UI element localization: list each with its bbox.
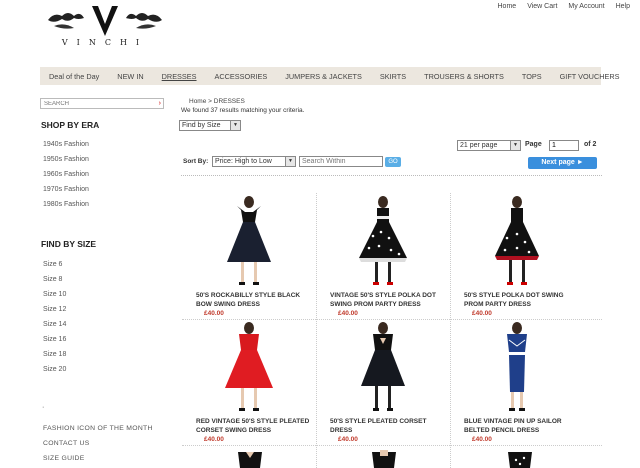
product-image-partial[interactable]	[232, 448, 268, 468]
nav-skirts[interactable]: SKIRTS	[371, 72, 415, 81]
sidebar-search: ›	[40, 98, 164, 109]
nav-dresses[interactable]: DRESSES	[153, 72, 206, 81]
size-link-8[interactable]: Size 8	[43, 272, 66, 287]
top-link-home[interactable]: Home	[498, 3, 517, 10]
grid-hsep	[182, 319, 602, 320]
nav-tops[interactable]: TOPS	[513, 72, 551, 81]
nav-jumpers-jackets[interactable]: JUMPERS & JACKETS	[276, 72, 371, 81]
era-link-1960s[interactable]: 1960s Fashion	[43, 167, 89, 182]
bullet-dot: ·	[42, 404, 45, 411]
top-links: Home View Cart My Account Help	[498, 3, 631, 10]
chevron-down-icon: ▼	[510, 141, 520, 150]
product-card[interactable]: 50's STYLE PLEATED CORSET DRESS £40.00	[316, 322, 450, 443]
size-list: Size 6 Size 8 Size 10 Size 12 Size 14 Si…	[43, 257, 66, 377]
product-name[interactable]: RED VINTAGE 50's STYLE PLEATED CORSET SW…	[182, 418, 316, 435]
product-name[interactable]: BLUE VINTAGE PIN UP SAILOR BELTED PENCIL…	[450, 418, 584, 435]
product-card[interactable]: BLUE VINTAGE PIN UP SAILOR BELTED PENCIL…	[450, 322, 584, 443]
footer-link-fashion-icon[interactable]: FASHION ICON OF THE MONTH	[43, 421, 153, 436]
product-name[interactable]: 50's STYLE PLEATED CORSET DRESS	[316, 418, 450, 435]
page-label: Page	[525, 141, 542, 148]
sort-select[interactable]: Price: High to Low ▼	[212, 156, 296, 167]
size-link-18[interactable]: Size 18	[43, 347, 66, 362]
product-card[interactable]: RED VINTAGE 50's STYLE PLEATED CORSET SW…	[182, 322, 316, 443]
product-price: £40.00	[338, 310, 358, 317]
results-count: We found 37 results matching your criter…	[181, 107, 305, 114]
product-name[interactable]: 50's STYLE POLKA DOT SWING PROM PARTY DR…	[450, 292, 584, 309]
footer-links: FASHION ICON OF THE MONTH CONTACT US SIZ…	[43, 421, 153, 466]
nav-accessories[interactable]: ACCESSORIES	[206, 72, 277, 81]
per-page-select[interactable]: 21 per page ▼	[457, 140, 521, 151]
search-within-input[interactable]	[299, 156, 383, 167]
main-nav: Deal of the Day NEW IN DRESSES ACCESSORI…	[40, 67, 620, 85]
product-price: £40.00	[338, 436, 358, 443]
logo-text: VINCHI	[61, 38, 149, 47]
footer-link-size-guide[interactable]: SIZE GUIDE	[43, 451, 153, 466]
size-link-6[interactable]: Size 6	[43, 257, 66, 272]
page-total: of 2	[584, 141, 597, 148]
product-card[interactable]: 50's STYLE POLKA DOT SWING PROM PARTY DR…	[450, 196, 584, 317]
product-image-partial[interactable]	[502, 448, 538, 468]
sort-label: Sort By:	[183, 158, 209, 165]
product-card[interactable]: 50's ROCKABILLY STYLE BLACK BOW SWING DR…	[182, 196, 316, 317]
size-link-20[interactable]: Size 20	[43, 362, 66, 377]
product-price: £40.00	[472, 310, 492, 317]
product-image[interactable]	[316, 196, 450, 288]
footer-link-contact-us[interactable]: CONTACT US	[43, 436, 153, 451]
shop-by-era-heading: SHOP BY ERA	[41, 120, 100, 130]
breadcrumb: Home > DRESSES	[189, 98, 245, 105]
era-link-1980s[interactable]: 1980s Fashion	[43, 197, 89, 212]
go-button[interactable]: GO	[385, 157, 401, 167]
era-link-1970s[interactable]: 1970s Fashion	[43, 182, 89, 197]
chevron-down-icon: ▼	[285, 157, 295, 166]
size-link-16[interactable]: Size 16	[43, 332, 66, 347]
size-link-14[interactable]: Size 14	[43, 317, 66, 332]
era-link-1940s[interactable]: 1940s Fashion	[43, 137, 89, 152]
search-input[interactable]	[41, 99, 155, 108]
product-name[interactable]: 50's ROCKABILLY STYLE BLACK BOW SWING DR…	[182, 292, 316, 309]
product-image[interactable]	[182, 322, 316, 414]
next-page-button[interactable]: Next page ►	[528, 157, 597, 169]
grid-hsep	[182, 445, 602, 446]
product-price: £40.00	[472, 436, 492, 443]
top-link-my-account[interactable]: My Account	[568, 3, 604, 10]
product-image[interactable]	[316, 322, 450, 414]
chevron-down-icon: ▼	[230, 121, 240, 130]
top-link-view-cart[interactable]: View Cart	[527, 3, 557, 10]
product-image[interactable]	[450, 196, 584, 288]
nav-trousers-shorts[interactable]: TROUSERS & SHORTS	[415, 72, 513, 81]
top-link-help[interactable]: Help	[616, 3, 630, 10]
product-price: £40.00	[204, 310, 224, 317]
find-by-size-heading: FIND BY SIZE	[41, 239, 97, 249]
era-link-1950s[interactable]: 1950s Fashion	[43, 152, 89, 167]
nav-gift-vouchers[interactable]: GIFT VOUCHERS	[551, 72, 629, 81]
divider	[181, 175, 602, 176]
chevron-right-icon[interactable]: ›	[159, 99, 161, 108]
size-link-12[interactable]: Size 12	[43, 302, 66, 317]
product-name[interactable]: VINTAGE 50's STYLE POLKA DOT SWING PROM …	[316, 292, 450, 309]
product-card[interactable]: VINTAGE 50's STYLE POLKA DOT SWING PROM …	[316, 196, 450, 317]
era-list: 1940s Fashion 1950s Fashion 1960s Fashio…	[43, 137, 89, 212]
size-link-10[interactable]: Size 10	[43, 287, 66, 302]
product-image-partial[interactable]	[366, 448, 402, 468]
find-by-size-select[interactable]: Find by Size ▼	[179, 120, 241, 131]
product-image[interactable]	[182, 196, 316, 288]
nav-deal-of-the-day[interactable]: Deal of the Day	[40, 72, 108, 81]
product-price: £40.00	[204, 436, 224, 443]
nav-new-in[interactable]: NEW IN	[108, 72, 152, 81]
page-number-input[interactable]	[549, 140, 579, 151]
product-image[interactable]	[450, 322, 584, 414]
